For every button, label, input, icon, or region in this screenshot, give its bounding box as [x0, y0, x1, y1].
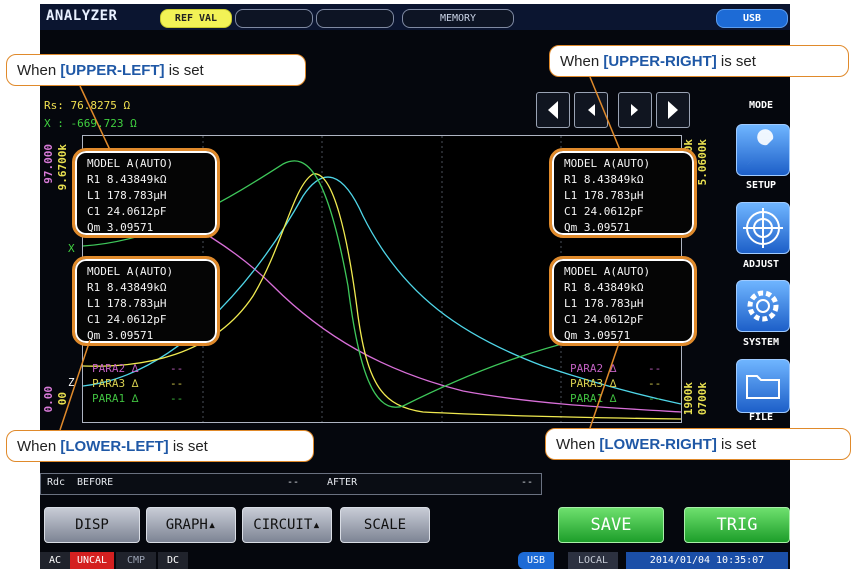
- callout-leaders: [59, 76, 621, 431]
